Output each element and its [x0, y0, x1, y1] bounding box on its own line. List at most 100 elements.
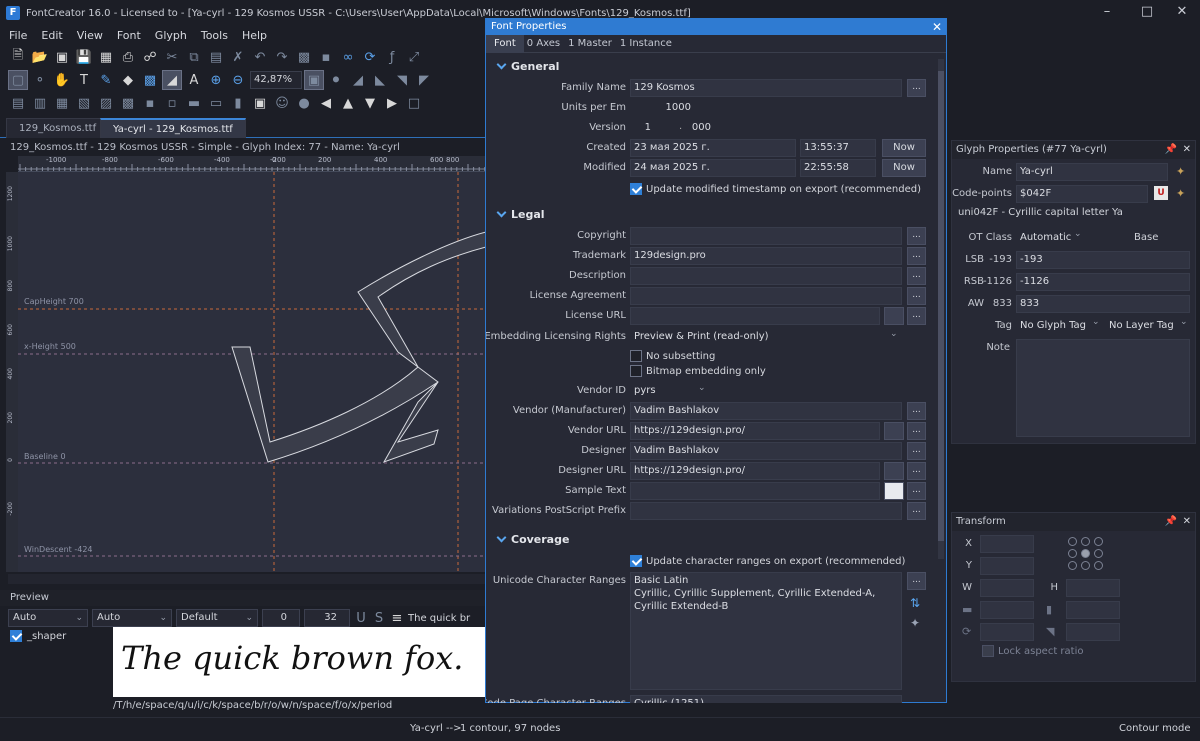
wand-icon[interactable]: ✦	[1176, 165, 1185, 178]
mirror-icon[interactable]: ◥	[392, 70, 412, 90]
family-name-more-button[interactable]: ...	[907, 79, 926, 97]
open-folder-icon[interactable]: 📂	[30, 47, 50, 67]
modified-now-button[interactable]: Now	[882, 159, 926, 177]
pin-icon[interactable]: 📌	[1165, 513, 1177, 531]
transform-skew-field[interactable]	[1066, 623, 1120, 641]
varps-field[interactable]	[630, 502, 902, 520]
section-legal[interactable]: Legal	[496, 207, 545, 221]
cut-icon[interactable]: ✂	[162, 47, 182, 67]
license-more-button[interactable]: ...	[907, 287, 926, 305]
anchor-dot[interactable]	[1068, 537, 1077, 546]
smiley-icon[interactable]: ☺	[272, 93, 292, 113]
preview-combo-1[interactable]: Auto ⌄	[8, 609, 88, 627]
menu-glyph[interactable]: Glyph	[155, 29, 187, 42]
pin-icon[interactable]: 📌	[1165, 141, 1177, 159]
align-right-icon[interactable]: ▦	[52, 93, 72, 113]
link-icon[interactable]: ∞	[338, 47, 358, 67]
strike-icon[interactable]: S	[372, 608, 386, 628]
menu-tools[interactable]: Tools	[201, 29, 228, 42]
lock-aspect-option[interactable]: Lock aspect ratio	[982, 645, 1083, 657]
modified-time-field[interactable]: 22:55:58	[800, 159, 876, 177]
dialog-scroll-thumb[interactable]	[938, 71, 944, 541]
preview-spin-1[interactable]: 0	[262, 609, 300, 627]
fit-icon[interactable]: ▣	[304, 70, 324, 90]
globe-icon[interactable]	[884, 462, 904, 480]
maximize-button[interactable]: □	[1127, 0, 1167, 26]
undo-icon[interactable]: ↶	[250, 47, 270, 67]
paste-icon[interactable]: ▤	[206, 47, 226, 67]
update-ranges-checkbox[interactable]	[630, 555, 642, 567]
note-field[interactable]	[1016, 339, 1190, 437]
eraser-tool-icon[interactable]: ◆	[118, 70, 138, 90]
select-tool-icon[interactable]: ▢	[8, 70, 28, 90]
preview-combo-3[interactable]: Default ⌄	[176, 609, 258, 627]
redo-icon[interactable]: ↷	[272, 47, 292, 67]
align-icon[interactable]: ≡	[390, 608, 404, 628]
save-icon[interactable]: 💾	[74, 47, 94, 67]
image-tool-icon[interactable]: ▩	[140, 70, 160, 90]
dialog-scrollbar[interactable]	[938, 59, 944, 559]
version-minor-field[interactable]: 000	[686, 119, 726, 137]
embedding-select[interactable]: Preview & Print (read-only)	[630, 328, 902, 346]
copy-icon[interactable]: ⧉	[184, 47, 204, 67]
globe-icon[interactable]	[884, 422, 904, 440]
canvas-hscroll[interactable]	[8, 574, 486, 584]
transform-w-field[interactable]	[980, 579, 1034, 597]
menu-view[interactable]: View	[77, 29, 103, 42]
copyright-field[interactable]	[630, 227, 902, 245]
glyph-info-icon[interactable]: ▪	[316, 47, 336, 67]
glyph-icon[interactable]: ▩	[294, 47, 314, 67]
vendor-field[interactable]: Vadim Bashlakov	[630, 402, 902, 420]
pen-tool-icon[interactable]: ✎	[96, 70, 116, 90]
update-timestamp-option[interactable]: Update modified timestamp on export (rec…	[630, 182, 921, 196]
anchor-dot[interactable]	[1081, 561, 1090, 570]
preview-spin-2[interactable]: 32	[304, 609, 350, 627]
menu-font[interactable]: Font	[117, 29, 141, 42]
lsb-field[interactable]: -193	[1016, 251, 1190, 269]
modified-date-field[interactable]: 24 мая 2025 г.	[630, 159, 796, 177]
unicode-icon[interactable]: U	[1154, 186, 1168, 200]
transform-icon[interactable]: ⤢	[404, 47, 424, 67]
created-now-button[interactable]: Now	[882, 139, 926, 157]
arrow-down-icon[interactable]: ▼	[360, 93, 380, 113]
ruler-icon[interactable]: ⚫	[326, 70, 346, 90]
bitmap-only-checkbox[interactable]	[630, 365, 642, 377]
anchor-dot-selected[interactable]	[1081, 549, 1090, 558]
check-icon[interactable]	[884, 482, 904, 500]
hand-tool-icon[interactable]: ✋	[52, 70, 72, 90]
version-major-field[interactable]: 1	[630, 119, 666, 137]
codepage-field[interactable]: Cyrillic (1251)	[630, 695, 902, 703]
section-general[interactable]: General	[496, 59, 559, 73]
ungroup-icon[interactable]: ▭	[206, 93, 226, 113]
align-middle-icon[interactable]: ▨	[96, 93, 116, 113]
arrow-right-icon[interactable]: ▶	[382, 93, 402, 113]
arrow-left-icon[interactable]: ◀	[316, 93, 336, 113]
designer-url-field[interactable]: https://129design.pro/	[630, 462, 880, 480]
transform-scale-y-field[interactable]	[1066, 601, 1120, 619]
glyph-name-field[interactable]: Ya-cyrl	[1016, 163, 1168, 181]
no-subsetting-checkbox[interactable]	[630, 350, 642, 362]
description-field[interactable]	[630, 267, 902, 285]
anchor-dot[interactable]	[1094, 561, 1103, 570]
section-coverage[interactable]: Coverage	[496, 532, 569, 546]
wand-icon[interactable]: ✦	[1176, 187, 1185, 200]
globe-icon[interactable]	[884, 307, 904, 325]
upem-field[interactable]: 1000	[630, 99, 696, 117]
anchor-dot[interactable]	[1094, 549, 1103, 558]
delete-icon[interactable]: ✗	[228, 47, 248, 67]
trademark-more-button[interactable]: ...	[907, 247, 926, 265]
distribute-v-icon[interactable]: ▫	[162, 93, 182, 113]
save-all-icon[interactable]: ▦	[96, 47, 116, 67]
created-date-field[interactable]: 23 мая 2025 г.	[630, 139, 796, 157]
corner-icon[interactable]: ◣	[370, 70, 390, 90]
sort-icon[interactable]: ⇅	[910, 596, 920, 610]
close-icon[interactable]: ✕	[1183, 513, 1191, 531]
align-top-icon[interactable]: ▧	[74, 93, 94, 113]
close-window-button[interactable]: ✕	[1162, 0, 1200, 26]
vendor-url-more-button[interactable]: ...	[907, 422, 926, 440]
family-name-field[interactable]: 129 Kosmos	[630, 79, 902, 97]
anchor-dot[interactable]	[1068, 549, 1077, 558]
vendor-url-field[interactable]: https://129design.pro/	[630, 422, 880, 440]
transform-scale-x-field[interactable]	[980, 601, 1034, 619]
align-center-icon[interactable]: ▥	[30, 93, 50, 113]
